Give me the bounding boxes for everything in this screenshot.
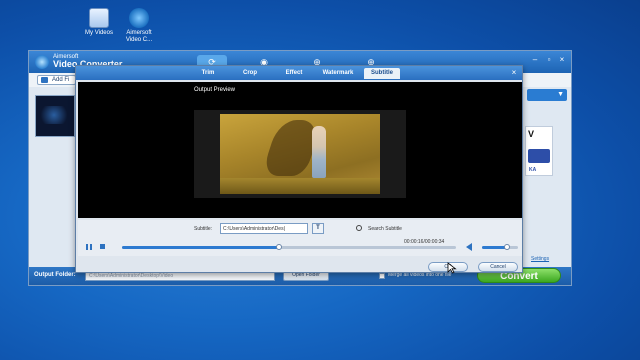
seek-slider[interactable] [122, 244, 456, 250]
mouse-cursor-icon [447, 262, 457, 274]
playback-controls: 00:00:16/00:00:34 [78, 238, 522, 256]
seek-progress-fill [122, 246, 279, 249]
pause-button[interactable] [86, 244, 92, 250]
format-sub: KA [529, 167, 537, 173]
subtitle-bar: Subtitle: C:\Users\Administrator\Des| T … [78, 220, 522, 238]
preview-label: Output Preview [194, 87, 236, 93]
tab-crop[interactable]: Crop [236, 68, 264, 79]
folder-icon [89, 8, 109, 28]
timecode: 00:00:16/00:00:34 [404, 239, 445, 245]
edit-tabs: Trim Crop Effect Watermark Subtitle × [76, 66, 522, 80]
desktop-icon-label: My Videos [85, 30, 113, 36]
search-subtitle-link[interactable]: Search Subtitle [368, 226, 402, 232]
cancel-button[interactable]: Cancel [478, 262, 518, 272]
close-button[interactable]: × [556, 54, 568, 66]
output-preview-area: Output Preview [78, 82, 522, 218]
stop-button[interactable] [100, 244, 105, 249]
tab-subtitle[interactable]: Subtitle [364, 68, 400, 79]
video-floor [220, 178, 380, 194]
merge-checkbox[interactable] [379, 273, 385, 279]
subtitle-label: Subtitle: [194, 226, 213, 232]
maximize-button[interactable]: ▫ [543, 54, 555, 66]
format-preview[interactable]: V KA [525, 126, 553, 176]
video-frame [194, 110, 406, 198]
app-logo-icon [35, 55, 49, 69]
seek-knob[interactable] [275, 244, 282, 250]
output-format-dropdown[interactable]: ▼ [527, 89, 567, 101]
tab-effect[interactable]: Effect [278, 68, 310, 79]
settings-link[interactable]: Settings [531, 256, 549, 262]
output-folder-label: Output Folder: [34, 272, 76, 278]
tab-watermark[interactable]: Watermark [318, 68, 358, 79]
volume-icon[interactable] [466, 243, 472, 251]
video-preview-image [220, 114, 380, 194]
subtitle-path-input[interactable]: C:\Users\Administrator\Des| [220, 223, 308, 234]
desktop-icon-label-1: Aimersoft [126, 30, 152, 36]
desktop-icon-my-videos[interactable]: My Videos [77, 8, 121, 37]
volume-knob[interactable] [504, 244, 511, 250]
add-files-button[interactable]: Add Fi [37, 75, 77, 85]
desktop-icon-aimersoft[interactable]: Aimersoft Video C... [117, 8, 161, 44]
desktop-icon-label-2: Video C... [125, 37, 153, 43]
video-thumbnail[interactable] [35, 95, 75, 137]
search-icon[interactable] [356, 225, 362, 231]
bluray-icon [528, 149, 550, 163]
volume-slider[interactable] [482, 244, 518, 250]
tab-trim[interactable]: Trim [194, 68, 222, 79]
edit-dialog: Trim Crop Effect Watermark Subtitle × Ou… [75, 65, 523, 273]
minimize-button[interactable]: – [529, 54, 541, 66]
aimersoft-app-icon [129, 8, 149, 28]
dialog-close-button[interactable]: × [509, 68, 519, 78]
format-badge: V [528, 129, 535, 139]
video-person [312, 126, 326, 178]
subtitle-font-button[interactable]: T [312, 223, 324, 234]
